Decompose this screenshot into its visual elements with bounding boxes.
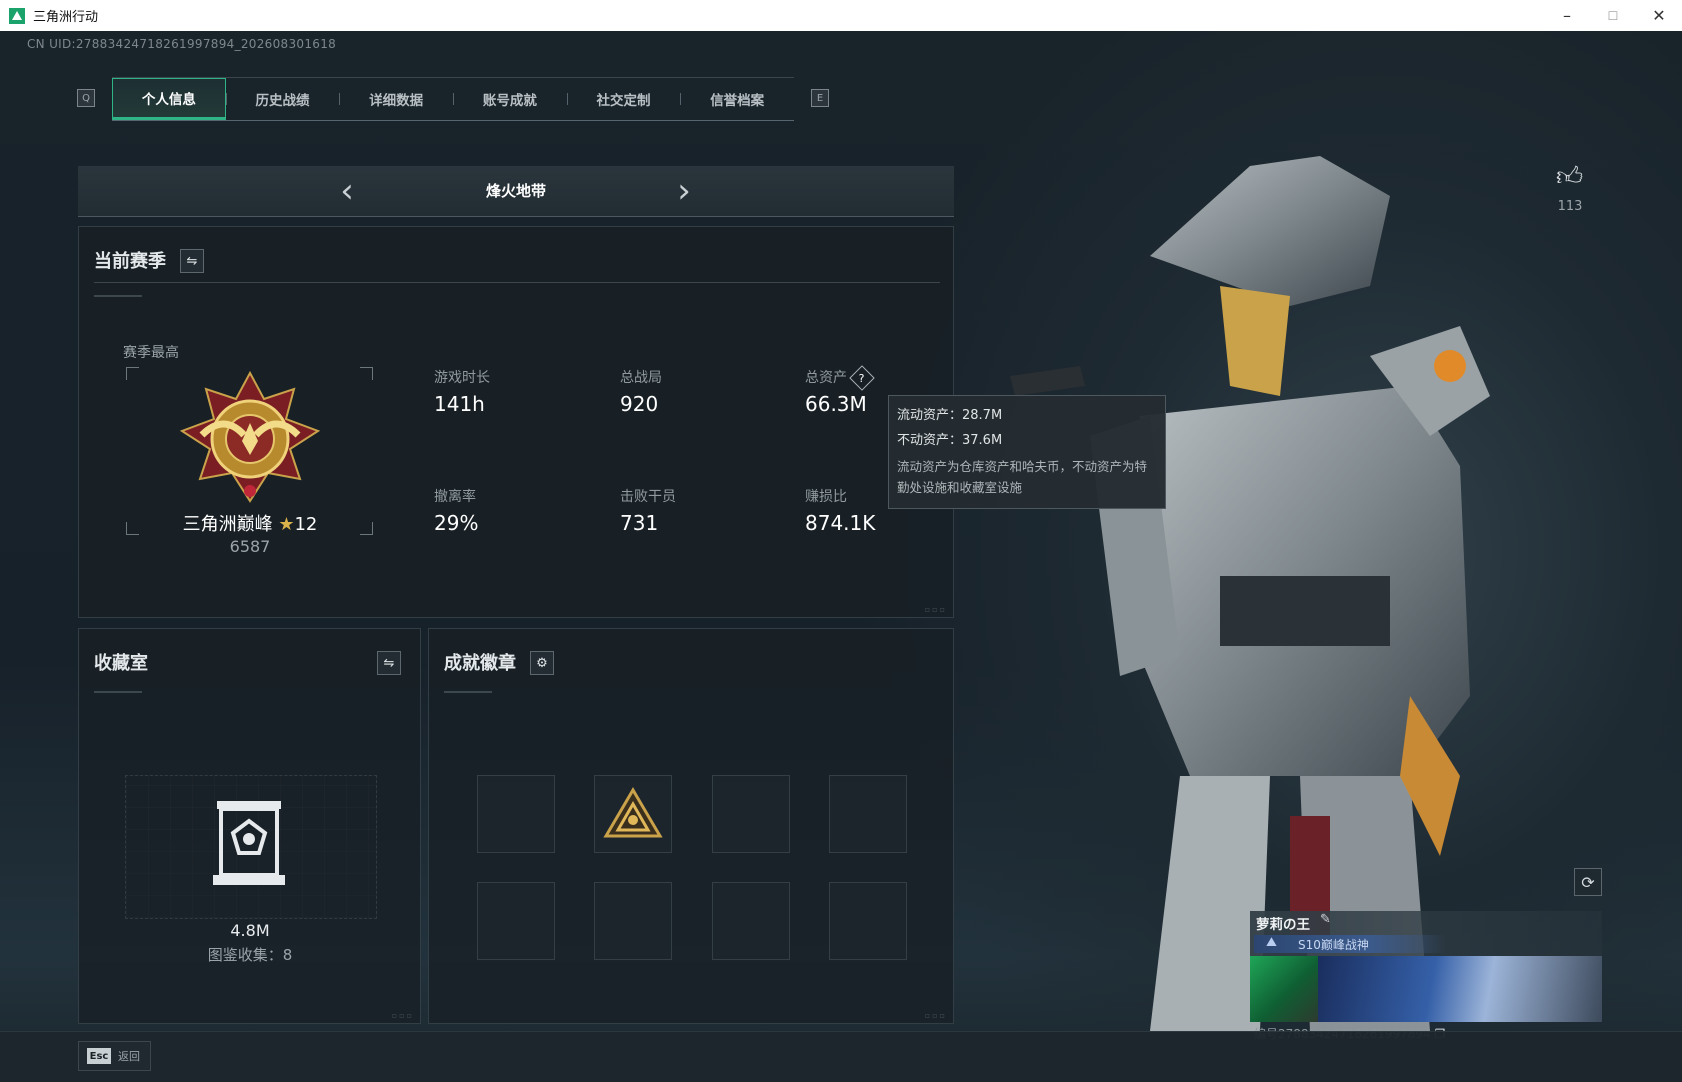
tab-achievements[interactable]: 账号成就 [453, 78, 567, 120]
mode-title: 烽火地带 [485, 182, 546, 200]
uid-text: CN UID:2788342471826199789​4_20260830161… [27, 37, 337, 51]
badge-slot-filled[interactable] [594, 775, 672, 853]
back-label: 返回 [118, 1050, 140, 1063]
window-titlebar: 三角洲行动 – ☐ ✕ [0, 0, 1682, 32]
tab-social[interactable]: 社交定制 [566, 78, 681, 120]
tab-history[interactable]: 历史战绩 [225, 78, 340, 120]
avatar [1250, 956, 1318, 1022]
season-swap-icon[interactable]: ⇋ [180, 249, 204, 273]
stat-kills: 击败干员 731 [620, 489, 676, 535]
collection-room-icon [213, 801, 285, 885]
badges-title: 成就徽章 [444, 653, 516, 674]
window-title: 三角洲行动 [33, 10, 99, 25]
edit-name-icon[interactable]: ✎ [1320, 912, 1331, 927]
badge-slot[interactable] [829, 775, 907, 853]
badge-slot[interactable] [477, 882, 555, 960]
stat-extraction-rate: 撤离率 29% [434, 489, 479, 535]
stat-playtime: 游戏时长 141h [434, 370, 490, 416]
badge-slot[interactable] [477, 775, 555, 853]
badge-slot[interactable] [594, 882, 672, 960]
rank-star-count: 12 [294, 514, 318, 535]
player-title: S10巅峰战神 [1298, 938, 1369, 952]
title-badge-icon: ⛰ [1266, 935, 1277, 950]
tab-personal-info[interactable]: 个人信息 [112, 78, 226, 120]
stat-total-matches: 总战局 920 [620, 370, 662, 416]
collection-count: 图鉴收集：8 [207, 946, 293, 964]
collection-swap-icon[interactable]: ⇋ [377, 651, 401, 675]
player-name: 萝莉の王 [1256, 917, 1310, 933]
tab-prev-key[interactable]: Q [77, 89, 95, 107]
stat-profit-ratio: 赚损比 874.1K [805, 489, 876, 535]
player-banner [1318, 956, 1602, 1022]
triangle-badge-icon [603, 787, 663, 838]
stat-total-assets: 总资产? 66.3M [805, 365, 875, 416]
badge-slot[interactable] [712, 882, 790, 960]
tab-detailed-data[interactable]: 详细数据 [339, 78, 453, 120]
assets-help-icon[interactable]: ? [849, 365, 875, 391]
maximize-button[interactable]: ☐ [1590, 0, 1636, 31]
tab-next-key[interactable]: E [811, 89, 829, 107]
tooltip-liquid-assets: 流动资产：28.7M [897, 408, 1003, 423]
rank-name: 三角洲巅峰 ★12 [182, 514, 318, 535]
mode-prev-arrow-icon[interactable]: ‹ [332, 174, 362, 208]
app-logo-icon [9, 7, 25, 24]
mode-selector: 烽火地带 ‹ › [78, 166, 954, 217]
back-button[interactable]: Esc 返回 [78, 1041, 151, 1071]
likes-count: 113 [1557, 199, 1583, 214]
bottom-bar: Esc 返回 [0, 1031, 1682, 1082]
tab-bar: 个人信息 历史战绩 详细数据 账号成就 社交定制 信誉档案 [112, 77, 794, 121]
operator-character-image [1010, 156, 1490, 1031]
player-card[interactable]: 萝莉の王 ✎ ⛰ S10巅峰战神 [1250, 911, 1602, 1023]
tab-credit[interactable]: 信誉档案 [680, 78, 794, 120]
close-button[interactable]: ✕ [1636, 0, 1682, 31]
badge-slot[interactable] [829, 882, 907, 960]
collection-value: 4.8M [230, 921, 270, 940]
tooltip-note: 流动资产为仓库资产和哈夫币，不动资产为特勤处设施和收藏室设施 [897, 459, 1148, 495]
rank-emblem-icon [179, 370, 321, 503]
minimize-button[interactable]: – [1544, 0, 1590, 31]
badges-settings-icon[interactable]: ⚙ [530, 651, 554, 675]
rank-star-icon: ★ [278, 514, 295, 535]
season-title: 当前赛季 [94, 251, 166, 272]
tooltip-fixed-assets: 不动资产：37.6M [897, 433, 1003, 448]
rank-score: 6587 [229, 537, 271, 556]
refresh-icon[interactable]: ⟳ [1574, 868, 1602, 896]
assets-tooltip: 流动资产：28.7M 不动资产：37.6M 流动资产为仓库资产和哈夫币，不动资产… [888, 395, 1166, 509]
collection-title: 收藏室 [94, 653, 148, 674]
like-thumb-icon[interactable]: 👍︎ [1556, 161, 1583, 192]
mode-next-arrow-icon[interactable]: › [669, 174, 699, 208]
badge-slot[interactable] [712, 775, 790, 853]
season-best-label: 赛季最高 [123, 345, 179, 361]
esc-key-icon: Esc [87, 1048, 111, 1064]
main-scene: CN UID:2788342471826199789​4_20260830161… [0, 31, 1682, 1082]
